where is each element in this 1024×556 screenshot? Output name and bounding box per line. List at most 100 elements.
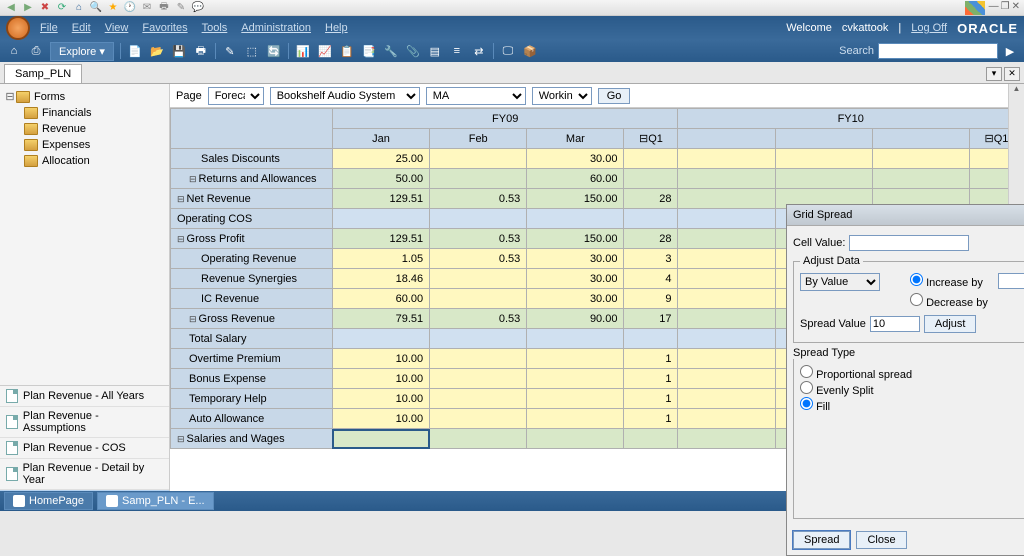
- increase-value-input[interactable]: [998, 273, 1024, 289]
- edit-icon[interactable]: ✎: [174, 1, 188, 15]
- row-header[interactable]: ⊟Net Revenue: [171, 189, 333, 209]
- grid-cell[interactable]: [872, 149, 969, 169]
- grid-cell[interactable]: 0.53: [430, 229, 527, 249]
- tab-close-icon[interactable]: ✕: [1004, 67, 1020, 81]
- grid-cell[interactable]: [624, 429, 678, 449]
- grid-cell[interactable]: 60.00: [332, 289, 429, 309]
- grid-cell[interactable]: [430, 349, 527, 369]
- menu-favorites[interactable]: Favorites: [142, 22, 187, 34]
- fav-icon[interactable]: ★: [106, 1, 120, 15]
- tree-node-expenses[interactable]: Expenses: [24, 137, 165, 153]
- grid-cell[interactable]: [678, 429, 775, 449]
- scenario-select[interactable]: Forecast: [208, 87, 264, 105]
- tab-dropdown-icon[interactable]: ▾: [986, 67, 1002, 81]
- grid-cell[interactable]: 30.00: [527, 249, 624, 269]
- grid-cell[interactable]: 10.00: [332, 389, 429, 409]
- col-feb[interactable]: Feb: [430, 129, 527, 149]
- refresh-icon[interactable]: ⟳: [55, 1, 69, 15]
- grid-cell[interactable]: [678, 349, 775, 369]
- grid-cell[interactable]: 10.00: [332, 409, 429, 429]
- grid-cell[interactable]: 1: [624, 389, 678, 409]
- col-fy09[interactable]: FY09: [332, 109, 678, 129]
- row-header[interactable]: Operating Revenue: [171, 249, 333, 269]
- shortcut-detail[interactable]: Plan Revenue - Detail by Year: [0, 459, 169, 490]
- grid-cell[interactable]: [527, 429, 624, 449]
- grid-cell[interactable]: [527, 209, 624, 229]
- forward-icon[interactable]: ▶: [21, 1, 35, 15]
- collapse-icon[interactable]: ⊟: [177, 194, 185, 204]
- version-select[interactable]: Working: [532, 87, 592, 105]
- grid-cell[interactable]: 1: [624, 409, 678, 429]
- home-icon[interactable]: ⌂: [72, 1, 86, 15]
- col-jan-10[interactable]: [678, 129, 775, 149]
- grid-cell[interactable]: [678, 389, 775, 409]
- task-samp-pln[interactable]: Samp_PLN - E...: [97, 492, 214, 510]
- grid-cell[interactable]: [678, 209, 775, 229]
- grid-cell[interactable]: [332, 429, 429, 449]
- row-header[interactable]: ⊟Returns and Allowances: [171, 169, 333, 189]
- grid-cell[interactable]: [527, 349, 624, 369]
- grid-cell[interactable]: [624, 169, 678, 189]
- grid-cell[interactable]: [678, 149, 775, 169]
- task-homepage[interactable]: HomePage: [4, 492, 93, 510]
- tool-icon[interactable]: 🖵: [500, 43, 516, 59]
- grid-cell[interactable]: 90.00: [527, 309, 624, 329]
- grid-cell[interactable]: 129.51: [332, 189, 429, 209]
- grid-cell[interactable]: 1: [624, 369, 678, 389]
- grid-cell[interactable]: 10.00: [332, 369, 429, 389]
- search-go-icon[interactable]: ▶: [1002, 43, 1018, 59]
- shortcut-all-years[interactable]: Plan Revenue - All Years: [0, 386, 169, 407]
- cell-value-input[interactable]: [849, 235, 969, 251]
- shortcut-assumptions[interactable]: Plan Revenue - Assumptions: [0, 407, 169, 438]
- grid-cell[interactable]: [430, 429, 527, 449]
- grid-cell[interactable]: 0.53: [430, 249, 527, 269]
- row-header[interactable]: Revenue Synergies: [171, 269, 333, 289]
- grid-cell[interactable]: [678, 329, 775, 349]
- col-fy10[interactable]: FY10: [678, 109, 1024, 129]
- menu-edit[interactable]: Edit: [72, 22, 91, 34]
- product-select[interactable]: Bookshelf Audio System: [270, 87, 420, 105]
- grid-cell[interactable]: 10.00: [332, 349, 429, 369]
- grid-cell[interactable]: [430, 269, 527, 289]
- row-header[interactable]: IC Revenue: [171, 289, 333, 309]
- grid-cell[interactable]: [332, 329, 429, 349]
- tool-icon[interactable]: 📎: [405, 43, 421, 59]
- col-mar-10[interactable]: [872, 129, 969, 149]
- grid-cell[interactable]: [430, 289, 527, 309]
- grid-cell[interactable]: 30.00: [527, 149, 624, 169]
- grid-cell[interactable]: 0.53: [430, 309, 527, 329]
- tree-node-financials[interactable]: Financials: [24, 105, 165, 121]
- edit-icon[interactable]: ✎: [222, 43, 238, 59]
- grid-cell[interactable]: 28: [624, 189, 678, 209]
- collapse-icon[interactable]: ⊟: [189, 174, 197, 184]
- grid-cell[interactable]: [527, 389, 624, 409]
- grid-cell[interactable]: 150.00: [527, 229, 624, 249]
- grid-cell[interactable]: [678, 289, 775, 309]
- tool-icon[interactable]: ▤: [427, 43, 443, 59]
- new-icon[interactable]: 📄: [127, 43, 143, 59]
- tool-icon[interactable]: 📑: [361, 43, 377, 59]
- menu-help[interactable]: Help: [325, 22, 348, 34]
- menu-tools[interactable]: Tools: [202, 22, 228, 34]
- tool-icon[interactable]: 📊: [295, 43, 311, 59]
- maximize-button[interactable]: ❐: [1001, 1, 1010, 15]
- grid-cell[interactable]: 60.00: [527, 169, 624, 189]
- grid-cell[interactable]: [678, 309, 775, 329]
- grid-cell[interactable]: [430, 409, 527, 429]
- menu-administration[interactable]: Administration: [241, 22, 311, 34]
- grid-cell[interactable]: [430, 329, 527, 349]
- spread-button[interactable]: Spread: [793, 531, 850, 549]
- search-icon[interactable]: 🔍: [89, 1, 103, 15]
- close-button[interactable]: ✕: [1012, 1, 1020, 15]
- history-icon[interactable]: 🕐: [123, 1, 137, 15]
- grid-cell[interactable]: [430, 169, 527, 189]
- grid-cell[interactable]: [332, 209, 429, 229]
- grid-cell[interactable]: [775, 169, 872, 189]
- proportional-radio[interactable]: Proportional spread: [800, 369, 912, 381]
- grid-cell[interactable]: 18.46: [332, 269, 429, 289]
- row-header[interactable]: Auto Allowance: [171, 409, 333, 429]
- grid-cell[interactable]: [527, 409, 624, 429]
- mail-icon[interactable]: ✉: [140, 1, 154, 15]
- menu-file[interactable]: File: [40, 22, 58, 34]
- search-input[interactable]: [878, 43, 998, 59]
